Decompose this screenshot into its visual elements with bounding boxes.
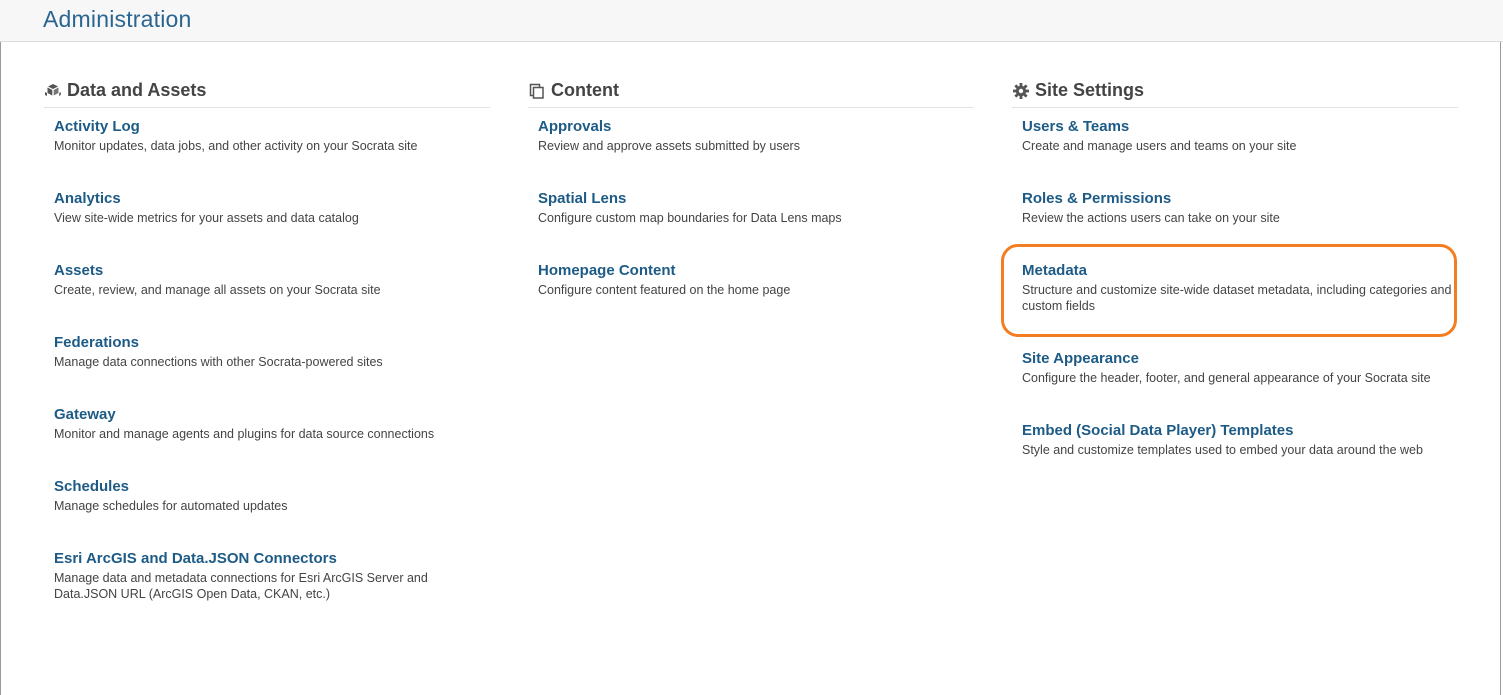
admin-item-site-appearance: Site Appearance Configure the header, fo… [1022,350,1458,422]
embed-templates-link[interactable]: Embed (Social Data Player) Templates [1022,422,1458,440]
esri-connectors-link[interactable]: Esri ArcGIS and Data.JSON Connectors [54,550,490,568]
cubes-icon [45,84,61,96]
admin-item-homepage-content: Homepage Content Configure content featu… [538,262,974,334]
homepage-content-link[interactable]: Homepage Content [538,262,974,280]
item-description: View site-wide metrics for your assets a… [54,211,359,225]
section-site-settings: Site Settings Users & Teams Create and m… [1012,76,1458,494]
item-description: Manage data connections with other Socra… [54,355,383,369]
federations-link[interactable]: Federations [54,334,490,352]
admin-item-gateway: Gateway Monitor and manage agents and pl… [54,406,490,478]
activity-log-link[interactable]: Activity Log [54,118,490,136]
approvals-link[interactable]: Approvals [538,118,974,136]
admin-item-spatial-lens: Spatial Lens Configure custom map bounda… [538,190,974,262]
item-description: Create and manage users and teams on you… [1022,139,1297,153]
section-title: Site Settings [1035,80,1145,100]
item-description: Structure and customize site-wide datase… [1022,283,1452,313]
admin-item-federations: Federations Manage data connections with… [54,334,490,406]
item-description: Manage data and metadata connections for… [54,571,428,601]
item-description: Configure custom map boundaries for Data… [538,211,842,225]
admin-item-esri-connectors: Esri ArcGIS and Data.JSON Connectors Man… [54,550,490,638]
admin-header: Administration [0,0,1503,42]
admin-item-assets: Assets Create, review, and manage all as… [54,262,490,334]
gear-icon [1013,83,1029,99]
item-description: Configure the header, footer, and genera… [1022,371,1431,385]
copy-icon [529,83,544,99]
admin-item-embed-templates: Embed (Social Data Player) Templates Sty… [1022,422,1458,494]
section-title: Content [551,80,619,100]
admin-item-schedules: Schedules Manage schedules for automated… [54,478,490,550]
item-description: Create, review, and manage all assets on… [54,283,381,297]
spatial-lens-link[interactable]: Spatial Lens [538,190,974,208]
page-title: Administration [43,6,192,32]
section-header: Data and Assets [44,76,490,108]
section-content: Content Approvals Review and approve ass… [528,76,974,334]
admin-item-approvals: Approvals Review and approve assets subm… [538,118,974,190]
roles-permissions-link[interactable]: Roles & Permissions [1022,190,1458,208]
item-description: Review the actions users can take on you… [1022,211,1280,225]
site-appearance-link[interactable]: Site Appearance [1022,350,1458,368]
admin-item-activity-log: Activity Log Monitor updates, data jobs,… [54,118,490,190]
admin-item-users-teams: Users & Teams Create and manage users an… [1022,118,1458,190]
analytics-link[interactable]: Analytics [54,190,490,208]
item-description: Monitor and manage agents and plugins fo… [54,427,435,441]
section-data-and-assets: Data and Assets Activity Log Monitor upd… [44,76,490,638]
gateway-link[interactable]: Gateway [54,406,490,424]
admin-item-analytics: Analytics View site-wide metrics for you… [54,190,490,262]
users-teams-link[interactable]: Users & Teams [1022,118,1458,136]
metadata-link[interactable]: Metadata [1022,262,1458,280]
assets-link[interactable]: Assets [54,262,490,280]
item-description: Manage schedules for automated updates [54,499,288,513]
item-description: Configure content featured on the home p… [538,283,791,297]
admin-item-roles-permissions: Roles & Permissions Review the actions u… [1022,190,1458,262]
admin-item-metadata: Metadata Structure and customize site-wi… [1022,262,1458,350]
section-title: Data and Assets [67,80,207,100]
schedules-link[interactable]: Schedules [54,478,490,496]
item-description: Monitor updates, data jobs, and other ac… [54,139,418,153]
item-description: Style and customize templates used to em… [1022,443,1423,457]
item-description: Review and approve assets submitted by u… [538,139,800,153]
section-header: Site Settings [1012,76,1458,108]
section-header: Content [528,76,974,108]
